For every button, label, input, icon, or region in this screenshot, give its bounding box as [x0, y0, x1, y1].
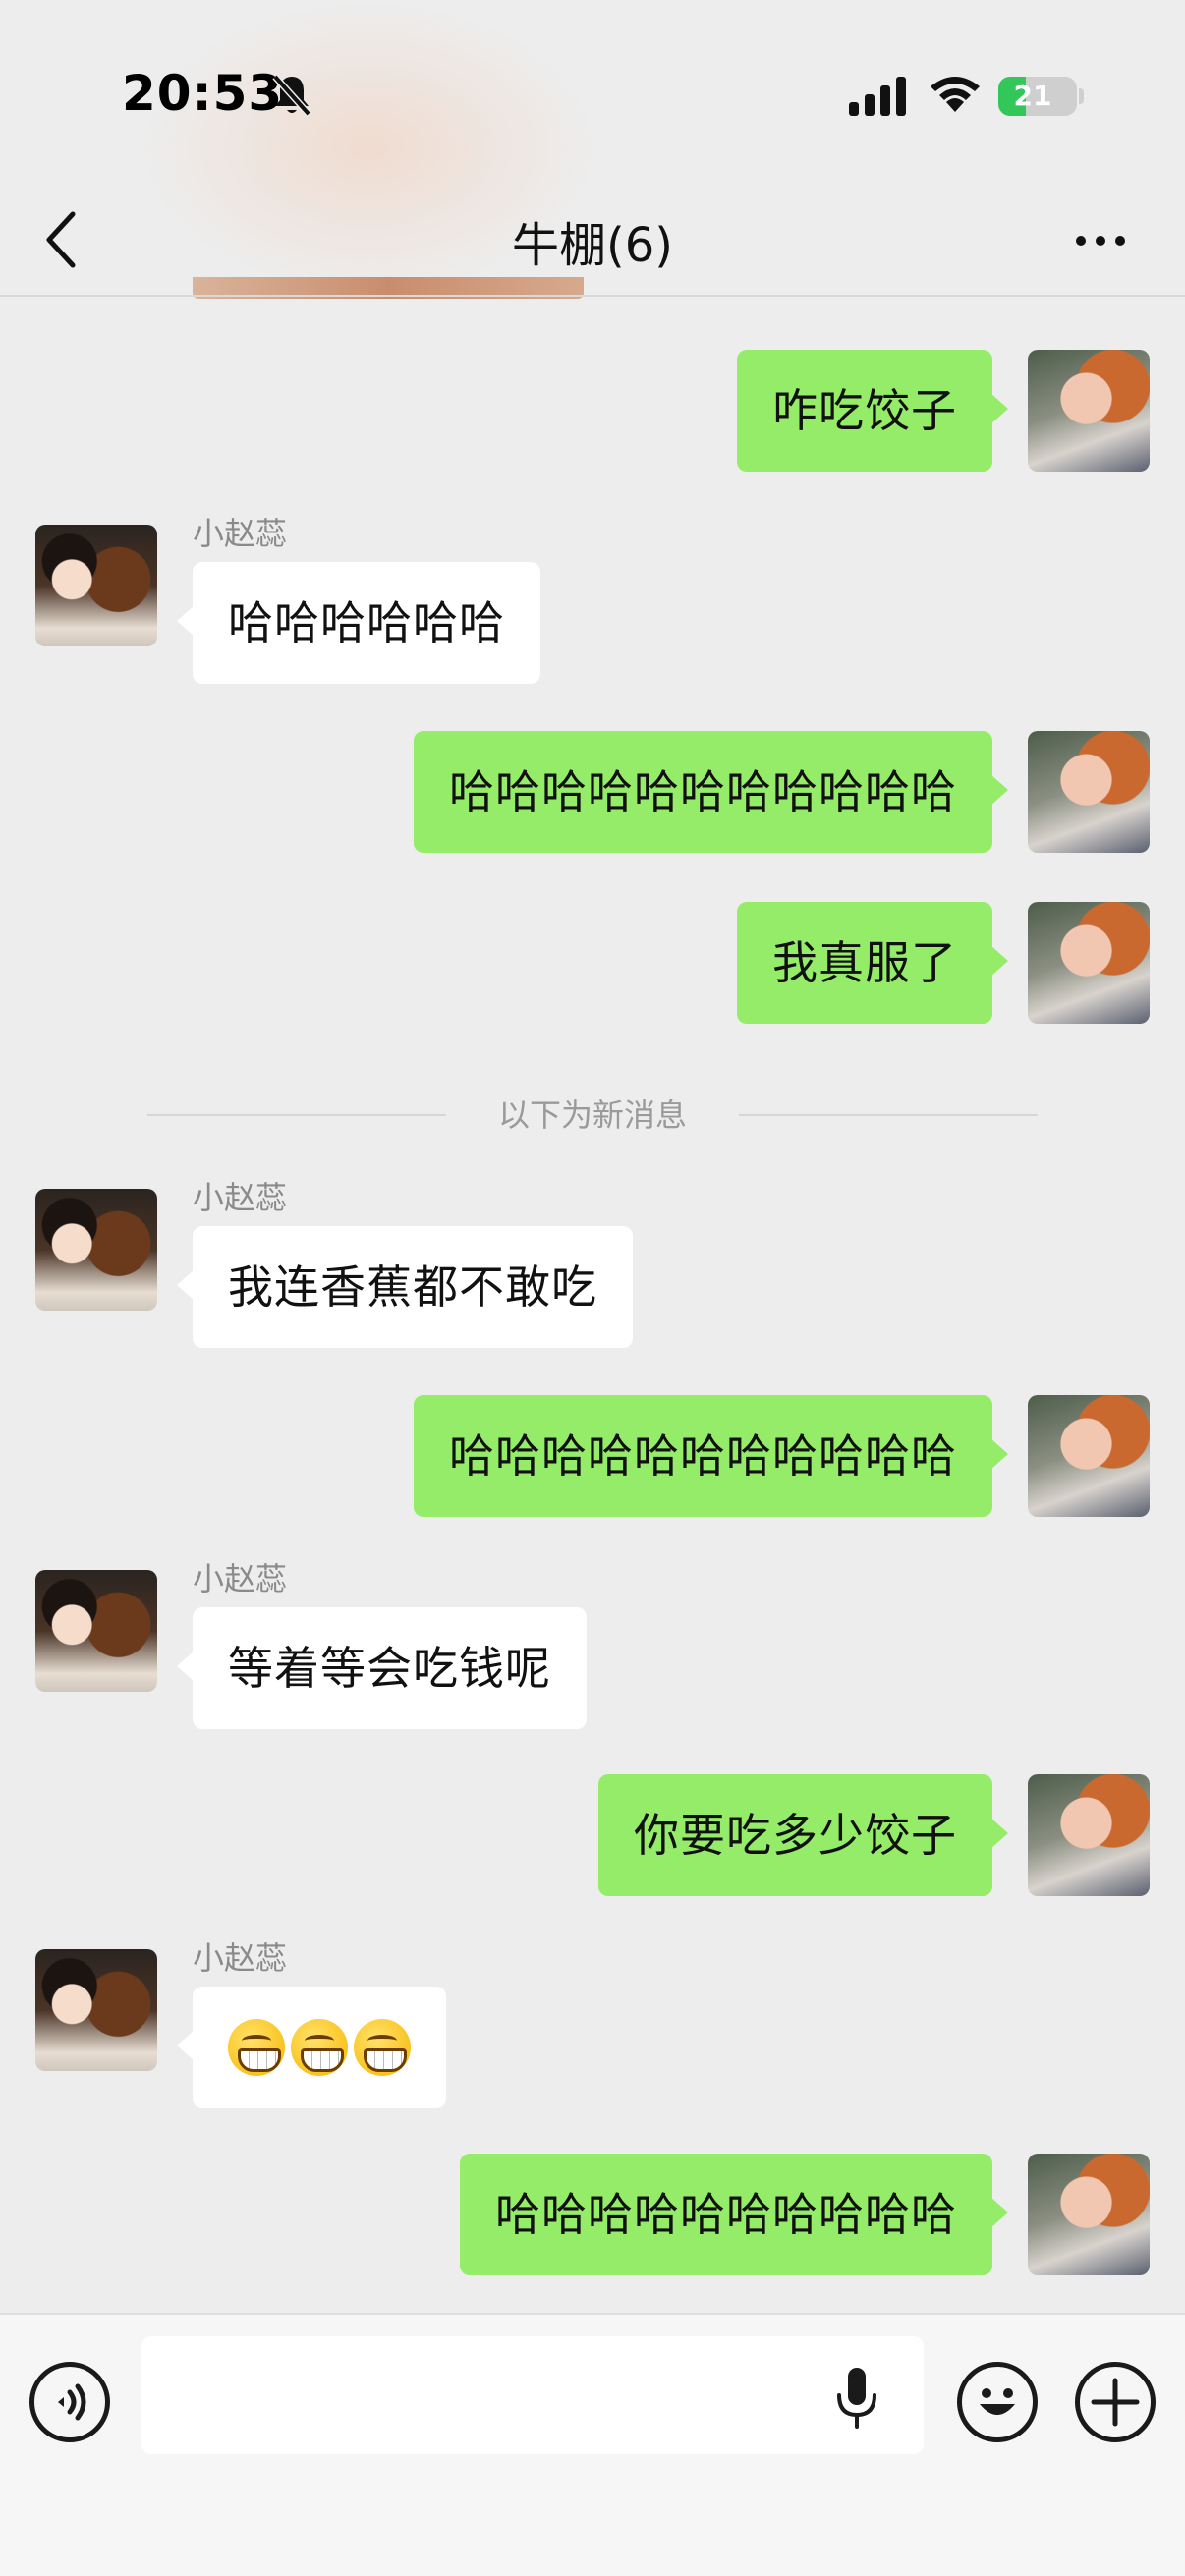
their-message-bubble[interactable]: 哈哈哈哈哈哈: [177, 562, 540, 684]
my-avatar[interactable]: [1028, 1774, 1150, 1896]
my-message-bubble[interactable]: 哈哈哈哈哈哈哈哈哈哈: [460, 2154, 1008, 2275]
grinning-face-icon: [291, 2018, 348, 2076]
divider-line-right: [739, 1114, 1038, 1116]
more-icon[interactable]: [1071, 216, 1130, 265]
their-message-bubble[interactable]: 我连香蕉都不敢吃: [177, 1226, 633, 1348]
my-message-bubble[interactable]: 你要吃多少饺子: [598, 1774, 1008, 1896]
wifi-icon: [931, 77, 980, 112]
sender-avatar[interactable]: [35, 1570, 157, 1692]
sender-avatar[interactable]: [35, 1949, 157, 2071]
grinning-face-icon: [228, 2018, 285, 2076]
microphone-icon[interactable]: [835, 2366, 878, 2431]
battery-tip: [1079, 88, 1084, 104]
sender-name: 小赵蕊: [193, 1179, 288, 1216]
sender-name: 小赵蕊: [193, 1560, 288, 1597]
emoji-row: [228, 2018, 411, 2076]
my-avatar[interactable]: [1028, 350, 1150, 472]
input-bar: [0, 2313, 1185, 2576]
smiley-face-icon: [980, 2388, 1015, 2415]
my-message-bubble[interactable]: 哈哈哈哈哈哈哈哈哈哈哈: [414, 1395, 1008, 1517]
my-avatar[interactable]: [1028, 902, 1150, 1024]
status-time: 20:53: [122, 65, 284, 122]
my-message-bubble[interactable]: 咋吃饺子: [737, 350, 1008, 472]
message-list[interactable]: 咋吃饺子 小赵蕊 哈哈哈哈哈哈 哈哈哈哈哈哈哈哈哈哈哈 我真服了 以下为新消息 …: [0, 297, 1185, 2313]
sender-name: 小赵蕊: [193, 1939, 288, 1977]
my-message-bubble[interactable]: 哈哈哈哈哈哈哈哈哈哈哈: [414, 731, 1008, 853]
my-message-bubble[interactable]: 我真服了: [737, 902, 1008, 1024]
plus-icon[interactable]: [1075, 2362, 1156, 2442]
emoji-icon[interactable]: [957, 2362, 1038, 2442]
status-bar: 20:53 21: [0, 0, 1185, 295]
sender-avatar[interactable]: [35, 525, 157, 646]
chat-title: 牛棚(6): [512, 218, 673, 273]
chat-header: 牛棚(6): [0, 187, 1185, 297]
battery-icon: 21: [998, 77, 1077, 116]
plus-sign-icon: [1091, 2378, 1140, 2427]
my-avatar[interactable]: [1028, 2154, 1150, 2275]
their-message-bubble[interactable]: [177, 1987, 446, 2108]
message-input[interactable]: [141, 2336, 924, 2454]
their-message-bubble[interactable]: 等着等会吃钱呢: [177, 1607, 587, 1729]
signal-icon: [849, 77, 906, 116]
my-avatar[interactable]: [1028, 1395, 1150, 1517]
sender-avatar[interactable]: [35, 1189, 157, 1311]
bell-off-icon: [272, 74, 311, 117]
sender-name: 小赵蕊: [193, 515, 288, 552]
divider-text: 以下为新消息: [497, 1096, 687, 1134]
voice-icon[interactable]: [29, 2362, 110, 2442]
voice-waves-icon: [58, 2383, 86, 2421]
my-avatar[interactable]: [1028, 731, 1150, 853]
battery-level: 21: [1013, 80, 1052, 112]
grinning-face-icon: [354, 2018, 411, 2076]
